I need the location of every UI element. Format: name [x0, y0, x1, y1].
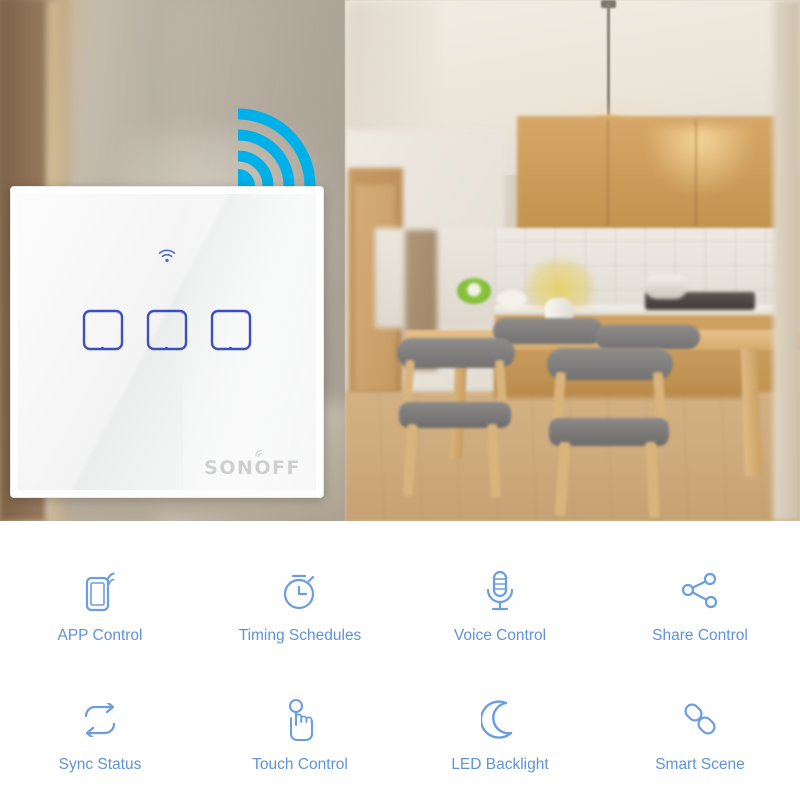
- feature-share-control[interactable]: Share Control: [600, 543, 800, 672]
- white-bowl: [497, 290, 527, 308]
- feature-label: Timing Schedules: [238, 627, 362, 645]
- feature-label: Sync Status: [58, 755, 142, 773]
- hero-photo: SONOFF: [0, 0, 800, 521]
- feature-sync-status[interactable]: Sync Status: [0, 672, 200, 800]
- chair-backrest: [595, 325, 700, 349]
- moon-icon: [478, 698, 522, 742]
- pendant-cord: [607, 3, 610, 121]
- green-bowl: [457, 278, 491, 304]
- phone-signal-icon: [78, 569, 122, 613]
- sonoff-brand-logo: SONOFF: [204, 457, 301, 479]
- feature-label: APP Control: [57, 627, 143, 645]
- chair-leg: [402, 423, 418, 497]
- kitchen-scene: [345, 0, 800, 521]
- chair-leg: [645, 441, 660, 519]
- cookware: [645, 275, 687, 299]
- hand-tap-icon: [278, 698, 322, 742]
- wifi-signal-icon: [232, 92, 332, 192]
- mid-wall: [375, 228, 500, 328]
- feature-touch-control[interactable]: Touch Control: [200, 672, 400, 800]
- chair-leg: [487, 423, 501, 499]
- feature-label: LED Backlight: [451, 755, 549, 773]
- feature-timing-schedules[interactable]: Timing Schedules: [200, 543, 400, 672]
- dining-chair: [393, 338, 515, 499]
- dining-chair: [543, 348, 673, 519]
- touch-key-3[interactable]: [210, 309, 252, 351]
- touch-key-group: [11, 309, 323, 351]
- chair-leg: [554, 441, 571, 517]
- feature-label: Share Control: [652, 627, 748, 645]
- link-chain-icon: [678, 698, 722, 742]
- touch-key-2[interactable]: [146, 309, 188, 351]
- panel-wifi-indicator-icon: [158, 249, 176, 268]
- right-wall-edge: [773, 0, 800, 521]
- microphone-icon: [478, 569, 522, 613]
- share-nodes-icon: [678, 569, 722, 613]
- feature-grid: APP Control Timing Schedules Voice Contr…: [0, 521, 800, 800]
- cabinet-seam: [695, 120, 697, 226]
- touch-key-1[interactable]: [82, 309, 124, 351]
- feature-label: Touch Control: [252, 755, 348, 773]
- product-feature-page: SONOFF APP Control Timing Schedules Voic…: [0, 0, 800, 800]
- feature-led-backlight[interactable]: LED Backlight: [400, 672, 600, 800]
- stopwatch-icon: [278, 569, 322, 613]
- feature-voice-control[interactable]: Voice Control: [400, 543, 600, 672]
- feature-app-control[interactable]: APP Control: [0, 543, 200, 672]
- feature-label: Smart Scene: [655, 755, 745, 773]
- sync-arrows-icon: [78, 698, 122, 742]
- cabinet-seam: [607, 120, 609, 226]
- feature-smart-scene[interactable]: Smart Scene: [600, 672, 800, 800]
- feature-label: Voice Control: [453, 627, 547, 645]
- sonoff-wall-switch-panel[interactable]: SONOFF: [10, 186, 324, 498]
- upper-cabinet-highlight: [645, 126, 755, 196]
